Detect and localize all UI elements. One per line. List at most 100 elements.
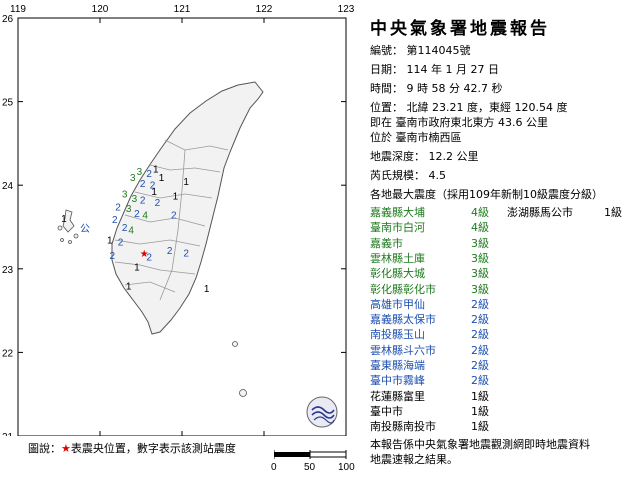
- station-intensity-label: 2: [171, 211, 177, 222]
- lat-tick-22: 22: [2, 348, 14, 359]
- station-name: 臺南市白河: [370, 221, 425, 235]
- legend-text: 表震央位置，數字表示該測站震度: [70, 442, 236, 455]
- station-intensity-label: 1: [134, 262, 140, 273]
- report-number: 編號： 第114045號: [370, 42, 471, 58]
- station-intensity-label: 2: [122, 223, 128, 234]
- time-value: 9 時 58 分 42.7 秒: [406, 82, 503, 95]
- station-name: 南投縣玉山: [370, 328, 425, 342]
- location-value: 北緯 23.21 度，東經 120.54 度: [406, 101, 568, 114]
- depth-value: 12.2 公里: [428, 150, 479, 163]
- date-label: 日期：: [370, 63, 403, 76]
- report-panel: 中央氣象署地震報告 編號： 第114045號 日期： 114 年 1 月 27 …: [356, 0, 640, 480]
- station-name: 彰化縣大城: [370, 267, 425, 281]
- station-intensity-label: 2: [112, 215, 118, 226]
- station-level: 3級: [471, 267, 489, 281]
- lon-tick-123: 123: [338, 4, 355, 15]
- station-name: 南投縣南投市: [370, 420, 436, 434]
- station-intensity-label: 2: [140, 179, 146, 190]
- lat-tick-23: 23: [2, 265, 14, 276]
- station-level: 2級: [471, 359, 489, 372]
- report-magnitude: 芮氏規模： 4.5: [370, 167, 446, 183]
- station-level: 1級: [471, 404, 489, 418]
- report-time: 時間： 9 時 58 分 42.7 秒: [370, 80, 502, 96]
- station-intensity-label: 3: [122, 190, 128, 201]
- station-name: 嘉義縣大埔: [370, 206, 425, 219]
- lon-tick-121: 121: [174, 4, 191, 15]
- note-line-2: 地震速報之結果。: [370, 453, 458, 466]
- station-level: 4級: [471, 221, 489, 235]
- report-note: 本報告係中央氣象署地震觀測網即時地震資料 地震速報之結果。: [370, 437, 638, 467]
- date-value: 114 年 1 月 27 日: [406, 63, 499, 76]
- penghu-label: 公: [80, 224, 90, 235]
- station-intensity-label: 3: [126, 204, 132, 215]
- epicenter-star: ★: [140, 249, 149, 260]
- station-intensity-label: 2: [155, 198, 161, 209]
- lat-tick-24: 24: [2, 181, 14, 192]
- note-line-1: 本報告係中央氣象署地震觀測網即時地震資料: [370, 438, 590, 451]
- station-name: 臺中市霧峰: [370, 374, 425, 388]
- magnitude-value: 4.5: [428, 169, 447, 182]
- scale-seg-1: [274, 452, 310, 457]
- station-name: 雲林縣斗六市: [370, 343, 436, 357]
- station-intensity-label: 2: [167, 246, 173, 257]
- station-intensity-label: 1: [126, 282, 132, 293]
- intensity-header: 各地最大震度（採用109年新制10級震度分級）: [370, 188, 603, 201]
- station-intensity-label: 2: [146, 169, 152, 180]
- station-level: 1級: [471, 420, 489, 434]
- station-intensity-label: 2: [140, 196, 146, 207]
- station-level: 2級: [471, 297, 489, 311]
- map-footer: 圖說：★表震央位置，數字表示該測站震度 0 50 100: [0, 436, 356, 480]
- station-intensity-label: 4: [128, 226, 134, 237]
- depth-label: 地震深度：: [370, 150, 425, 163]
- station-name: 臺東縣海端: [370, 359, 425, 372]
- station-level: 2級: [471, 328, 489, 342]
- location-label: 位置：: [370, 101, 403, 114]
- station-intensity-label: 4: [142, 211, 148, 222]
- scale-seg-2: [309, 451, 347, 458]
- station-level: 2級: [471, 343, 489, 357]
- epicenter-star-icon: ★: [61, 442, 71, 455]
- number-label: 編號：: [370, 44, 403, 57]
- station-level: 3級: [471, 282, 489, 296]
- station-name: 花蓮縣富里: [370, 389, 425, 403]
- cwa-logo: [306, 396, 338, 428]
- scale-tick-0: 0: [271, 462, 277, 473]
- station-intensity-label: 2: [183, 248, 189, 259]
- report-depth: 地震深度： 12.2 公里: [370, 148, 479, 164]
- station-intensity-label: 2: [118, 237, 124, 248]
- station-name: 嘉義縣太保市: [370, 313, 436, 327]
- report-title: 中央氣象署地震報告: [370, 19, 550, 39]
- station-intensity-label: 1: [151, 187, 157, 198]
- station-intensity-label: 1: [173, 191, 179, 202]
- lon-tick-122: 122: [256, 4, 273, 15]
- station-level: 3級: [471, 251, 489, 265]
- station-name: 高雄市甲仙: [370, 297, 425, 311]
- station-intensity-label: 2: [134, 209, 140, 220]
- scale-bar: 0 50 100: [271, 448, 355, 473]
- number-value: 第114045號: [406, 44, 471, 57]
- map: 119120121122123262524232221 公 1112332211…: [0, 0, 356, 436]
- station-level: 3級: [471, 236, 489, 250]
- station-name: 雲林縣土庫: [370, 251, 425, 265]
- station-intensity-label: 3: [137, 167, 143, 178]
- station-level: 2級: [471, 313, 489, 327]
- station-level: 1級: [471, 389, 489, 403]
- lat-tick-25: 25: [2, 98, 14, 109]
- station-level: 4級: [471, 206, 489, 219]
- station-intensity-label: 1: [183, 177, 189, 188]
- report-location: 位置： 北緯 23.21 度，東經 120.54 度: [370, 99, 567, 115]
- lat-tick-26: 26: [2, 14, 14, 25]
- time-label: 時間：: [370, 82, 403, 95]
- map-legend: 圖說：★表震央位置，數字表示該測站震度: [28, 440, 236, 456]
- scale-tick-50: 50: [304, 462, 316, 473]
- report-location-in: 位於 臺南市楠西區: [370, 131, 462, 144]
- station-intensity-label: 1: [204, 284, 210, 295]
- station-level: 2級: [471, 374, 489, 388]
- station-intensity-label: 1: [61, 214, 67, 225]
- lon-tick-120: 120: [92, 4, 109, 15]
- station-intensity-label: 1: [159, 173, 165, 184]
- station-intensity-label: 1: [107, 236, 113, 247]
- station-name: 澎湖縣馬公市: [507, 206, 573, 219]
- scale-tick-100: 100: [338, 462, 355, 473]
- station-intensity-label: 3: [130, 173, 136, 184]
